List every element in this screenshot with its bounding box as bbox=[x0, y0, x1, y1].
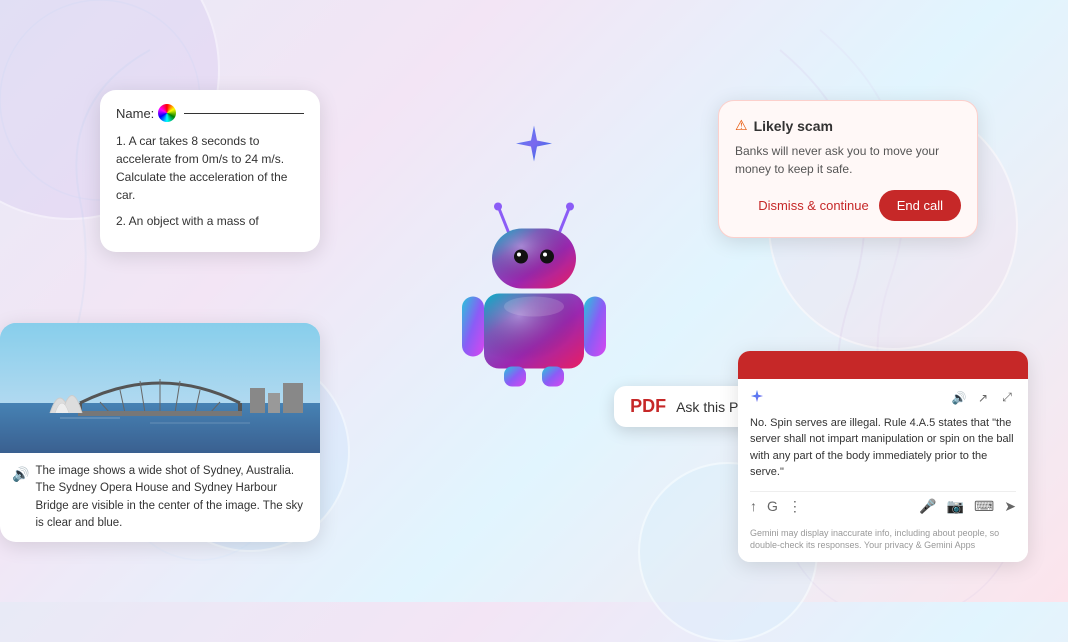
camera-icon[interactable]: 📷 bbox=[947, 498, 964, 515]
scam-card: ⚠ Likely scam Banks will never ask you t… bbox=[718, 100, 978, 238]
android-robot bbox=[434, 164, 634, 414]
sydney-image bbox=[0, 323, 320, 453]
scam-actions: Dismiss & continue End call bbox=[735, 190, 961, 221]
volume-icon[interactable]: 🔊 bbox=[950, 389, 968, 407]
name-underline bbox=[184, 113, 304, 114]
end-call-button[interactable]: End call bbox=[879, 190, 961, 221]
mic-icon[interactable]: 🎤 bbox=[919, 498, 936, 515]
pdf-chat-header: 🔊 ↗ ⤢ bbox=[750, 389, 1016, 407]
math-card-name-row: Name: bbox=[116, 104, 304, 122]
pdf-toolbar-icons-left: ↑ G ⋮ bbox=[750, 498, 802, 515]
gemini-small-star-icon bbox=[750, 389, 764, 406]
name-label: Name: bbox=[116, 106, 154, 121]
share-toolbar-icon[interactable]: ↑ bbox=[750, 498, 757, 514]
sydney-text: The image shows a wide shot of Sydney, A… bbox=[35, 463, 308, 532]
pdf-chat-card: 🔊 ↗ ⤢ No. Spin serves are illegal. Rule … bbox=[738, 351, 1028, 562]
external-link-icon[interactable]: ⤢ bbox=[998, 389, 1016, 407]
pdf-chat-icons-left bbox=[750, 389, 764, 406]
pdf-toolbar-icons-right: 🎤 📷 ⌨ ➤ bbox=[919, 498, 1016, 515]
gemini-star-icon bbox=[514, 124, 554, 164]
sydney-card: 🔊 The image shows a wide shot of Sydney,… bbox=[0, 323, 320, 542]
google-icon[interactable]: G bbox=[767, 498, 778, 514]
send-icon[interactable]: ➤ bbox=[1004, 498, 1016, 515]
pdf-chat-icons-right: 🔊 ↗ ⤢ bbox=[950, 389, 1016, 407]
scam-title: Likely scam bbox=[754, 118, 833, 134]
math-item-2: 2. An object with a mass of bbox=[116, 212, 304, 230]
keyboard-icon[interactable]: ⌨ bbox=[974, 498, 994, 515]
scam-body: Banks will never ask you to move your mo… bbox=[735, 142, 961, 178]
pdf-chat-toolbar: ↑ G ⋮ 🎤 📷 ⌨ ➤ bbox=[750, 491, 1016, 521]
more-icon[interactable]: ⋮ bbox=[788, 498, 802, 515]
dismiss-button[interactable]: Dismiss & continue bbox=[758, 198, 869, 213]
pdf-chat-text: No. Spin serves are illegal. Rule 4.A.5 … bbox=[750, 415, 1016, 481]
scam-header: ⚠ Likely scam bbox=[735, 117, 961, 134]
math-text: 1. A car takes 8 seconds to accelerate f… bbox=[116, 132, 304, 230]
share-icon[interactable]: ↗ bbox=[974, 389, 992, 407]
math-item-1: 1. A car takes 8 seconds to accelerate f… bbox=[116, 132, 304, 204]
pdf-disclaimer: Gemini may display inaccurate info, incl… bbox=[750, 527, 1016, 552]
pdf-chat-inner: 🔊 ↗ ⤢ No. Spin serves are illegal. Rule … bbox=[738, 379, 1028, 562]
math-card: Name: 1. A car takes 8 seconds to accele… bbox=[100, 90, 320, 252]
warning-icon: ⚠ bbox=[735, 117, 748, 134]
pdf-chat-top-bar bbox=[738, 351, 1028, 379]
pdf-icon: PDF bbox=[630, 396, 666, 417]
android-robot-svg bbox=[454, 189, 614, 389]
sydney-scene-svg bbox=[0, 323, 320, 453]
speaker-icon: 🔊 bbox=[12, 464, 29, 485]
sydney-description: 🔊 The image shows a wide shot of Sydney,… bbox=[0, 453, 320, 542]
color-selector bbox=[158, 104, 176, 122]
